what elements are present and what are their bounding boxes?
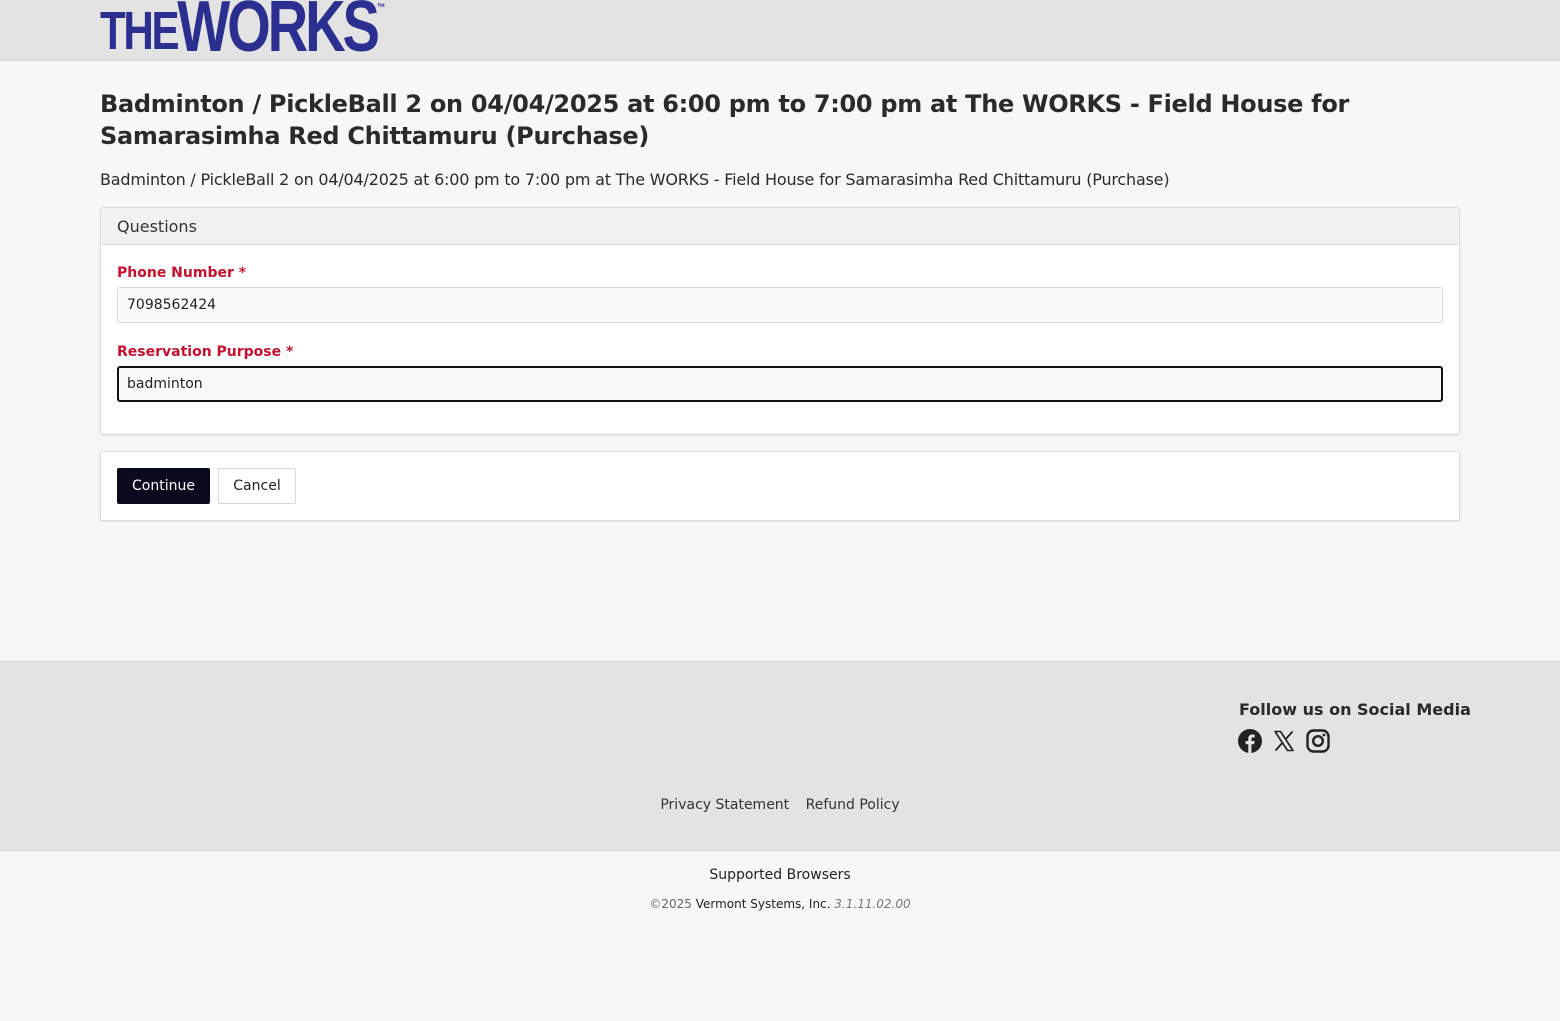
site-header: THE WORKS ™ xyxy=(0,0,1560,67)
version-number: 3.1.11.02.00 xyxy=(834,897,911,911)
privacy-statement-link[interactable]: Privacy Statement xyxy=(660,797,789,813)
supported-browsers-link[interactable]: Supported Browsers xyxy=(0,867,1560,883)
reservation-purpose-label: Reservation Purpose * xyxy=(117,344,294,360)
footer-links: Privacy Statement Refund Policy xyxy=(0,797,1560,813)
site-footer: Follow us on Social Media Privacy Statem… xyxy=(0,661,1560,851)
logo-works: WORKS xyxy=(177,0,380,67)
company-name: Vermont Systems, Inc. xyxy=(695,897,831,911)
phone-number-label: Phone Number * xyxy=(117,265,247,281)
questions-panel: Questions Phone Number * Reservation Pur… xyxy=(100,207,1460,435)
reservation-purpose-input[interactable] xyxy=(117,366,1443,402)
cancel-button[interactable]: Cancel xyxy=(218,468,296,504)
instagram-icon[interactable] xyxy=(1306,729,1330,753)
the-works-logo[interactable]: THE WORKS ™ xyxy=(100,0,386,67)
continue-button[interactable]: Continue xyxy=(117,468,210,504)
refund-policy-link[interactable]: Refund Policy xyxy=(806,797,900,813)
page-title: Badminton / PickleBall 2 on 04/04/2025 a… xyxy=(100,90,1350,150)
actions-panel: Continue Cancel xyxy=(100,451,1460,521)
phone-number-input[interactable] xyxy=(117,287,1443,323)
copyright: ©2025 Vermont Systems, Inc. 3.1.11.02.00 xyxy=(0,897,1560,911)
page-subtitle: Badminton / PickleBall 2 on 04/04/2025 a… xyxy=(100,170,1170,189)
copyright-year: ©2025 xyxy=(649,897,692,911)
logo-trademark: ™ xyxy=(376,2,386,14)
bottom-bar: Supported Browsers ©2025 Vermont Systems… xyxy=(0,852,1560,1021)
logo-the: THE xyxy=(100,1,180,61)
social-media-title: Follow us on Social Media xyxy=(1239,700,1471,719)
social-icons xyxy=(1238,729,1330,753)
questions-heading: Questions xyxy=(101,208,1459,245)
x-icon[interactable] xyxy=(1272,729,1296,753)
facebook-icon[interactable] xyxy=(1238,729,1262,753)
